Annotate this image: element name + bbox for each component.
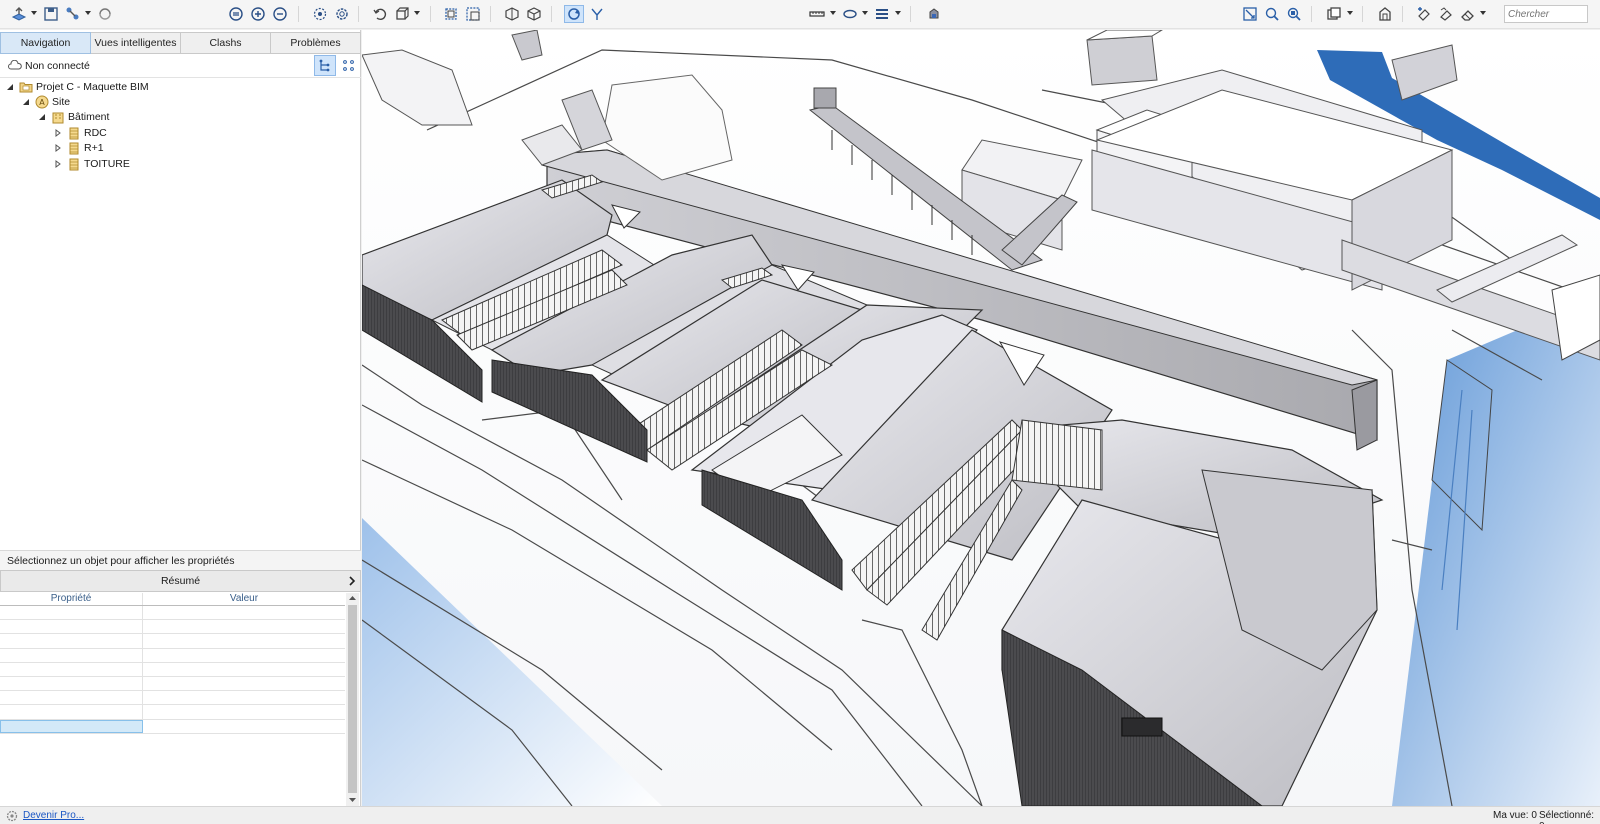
tab-navigation[interactable]: Navigation (0, 32, 91, 54)
building-icon (52, 112, 64, 123)
view-count: Ma vue: 0 (1493, 810, 1537, 821)
share-icon[interactable] (63, 5, 83, 23)
tree-view-button[interactable] (314, 55, 336, 76)
layers-icon[interactable] (1324, 5, 1344, 23)
zoom-extents-icon[interactable] (1240, 5, 1260, 23)
eraser-icon[interactable] (1458, 5, 1478, 23)
tab-clashes[interactable]: Clashs (181, 32, 271, 54)
table-row[interactable] (0, 662, 345, 677)
render-icon[interactable] (924, 5, 944, 23)
connection-row: Non connecté (0, 54, 361, 78)
table-header: Propriété Valeur (0, 593, 345, 606)
collapse-arrow-icon[interactable] (21, 97, 31, 107)
zoom-window-icon[interactable] (1262, 5, 1282, 23)
add-tag-icon[interactable] (1414, 5, 1434, 23)
selected-count: Sélectionné: 0 (1539, 810, 1595, 824)
tree-node-building[interactable]: Bâtiment (37, 109, 109, 124)
view-cube-icon[interactable] (392, 5, 412, 23)
tree-label: TOITURE (84, 157, 130, 170)
expand-arrow-icon[interactable] (53, 143, 63, 153)
settings-view-icon[interactable] (332, 5, 352, 23)
collapse-arrow-icon[interactable] (37, 112, 47, 122)
column-header-property[interactable]: Propriété (0, 593, 143, 605)
scrollbar-thumb[interactable] (348, 605, 357, 793)
tab-smart-views[interactable]: Vues intelligentes (91, 32, 181, 54)
fit-all-icon[interactable] (226, 5, 246, 23)
table-row[interactable] (0, 691, 345, 706)
zoom-in-icon[interactable] (248, 5, 268, 23)
left-panel: Navigation Vues intelligentes Clashs Pro… (0, 30, 361, 806)
section-box-icon[interactable] (502, 5, 522, 23)
summary-section[interactable]: Résumé (0, 570, 361, 592)
navigate-icon[interactable] (564, 5, 584, 23)
select-window-icon[interactable] (463, 5, 483, 23)
building-model-render[interactable] (362, 30, 1600, 806)
tree-label: Projet C - Maquette BIM (36, 80, 149, 93)
site-icon: A (35, 95, 49, 108)
main-toolbar (0, 0, 1600, 29)
tree-node-project[interactable]: Projet C - Maquette BIM (5, 79, 149, 94)
tree-node-toiture[interactable]: TOITURE (53, 156, 130, 171)
status-gear-icon[interactable] (6, 810, 18, 822)
markup-icon[interactable] (840, 5, 860, 23)
save-icon[interactable] (41, 5, 61, 23)
tree-label: Bâtiment (68, 110, 110, 123)
orbit-icon[interactable] (310, 5, 330, 23)
3d-viewport[interactable] (362, 30, 1600, 806)
project-folder-icon (19, 82, 33, 92)
storey-icon (69, 158, 79, 170)
table-row[interactable] (0, 705, 345, 720)
markup-cloud-icon[interactable] (1436, 5, 1456, 23)
tree-node-rdc[interactable]: RDC (53, 125, 107, 140)
svg-text:A: A (39, 98, 45, 107)
table-row[interactable] (0, 620, 345, 635)
table-row-selected[interactable] (0, 719, 345, 734)
chevron-right-icon[interactable] (346, 574, 358, 588)
hierarchy-icon (319, 59, 330, 71)
tab-issues[interactable]: Problèmes (271, 32, 361, 54)
tree-node-site[interactable]: A Site (21, 94, 70, 109)
panel-tabs: Navigation Vues intelligentes Clashs Pro… (0, 32, 361, 54)
lineweight-icon[interactable] (872, 5, 892, 23)
walk-icon[interactable] (587, 5, 607, 23)
table-row[interactable] (0, 634, 345, 649)
status-bar: Devenir Pro... Ma vue: 0 Sélectionné: 0 (0, 806, 1600, 824)
open-file-icon[interactable] (9, 5, 29, 23)
tree-label: RDC (84, 126, 107, 139)
properties-table: Propriété Valeur (0, 593, 345, 734)
scroll-down-icon[interactable] (349, 797, 356, 803)
expand-arrow-icon[interactable] (53, 159, 63, 169)
collapse-arrow-icon[interactable] (5, 82, 15, 92)
cube-icon[interactable] (524, 5, 544, 23)
storey-icon (69, 127, 79, 139)
properties-scrollbar[interactable] (346, 593, 359, 806)
properties-header: Sélectionnez un objet pour afficher les … (0, 550, 361, 570)
scroll-up-icon[interactable] (349, 595, 356, 601)
zoom-selected-icon[interactable] (1284, 5, 1304, 23)
tree-label: Site (52, 95, 71, 108)
storey-icon (69, 142, 79, 154)
tree-node-r1[interactable]: R+1 (53, 140, 104, 155)
table-row[interactable] (0, 648, 345, 663)
table-row[interactable] (0, 676, 345, 692)
select-box-icon[interactable] (441, 5, 461, 23)
search-input[interactable] (1504, 5, 1588, 23)
sync-icon[interactable] (95, 5, 115, 23)
table-row[interactable] (0, 606, 345, 621)
undo-icon[interactable] (370, 5, 390, 23)
tree-label: R+1 (84, 141, 104, 154)
home-icon[interactable] (1375, 5, 1395, 23)
cloud-icon (8, 60, 22, 70)
connection-status: Non connecté (25, 60, 90, 72)
zoom-out-icon[interactable] (270, 5, 290, 23)
bim-viewer-app: Navigation Vues intelligentes Clashs Pro… (0, 0, 1600, 824)
upgrade-pro-link[interactable]: Devenir Pro... (23, 810, 84, 821)
flat-view-button[interactable] (338, 55, 360, 76)
column-header-value[interactable]: Valeur (143, 593, 345, 605)
grid-dots-icon (343, 59, 354, 71)
measure-icon[interactable] (807, 5, 827, 23)
expand-arrow-icon[interactable] (53, 128, 63, 138)
